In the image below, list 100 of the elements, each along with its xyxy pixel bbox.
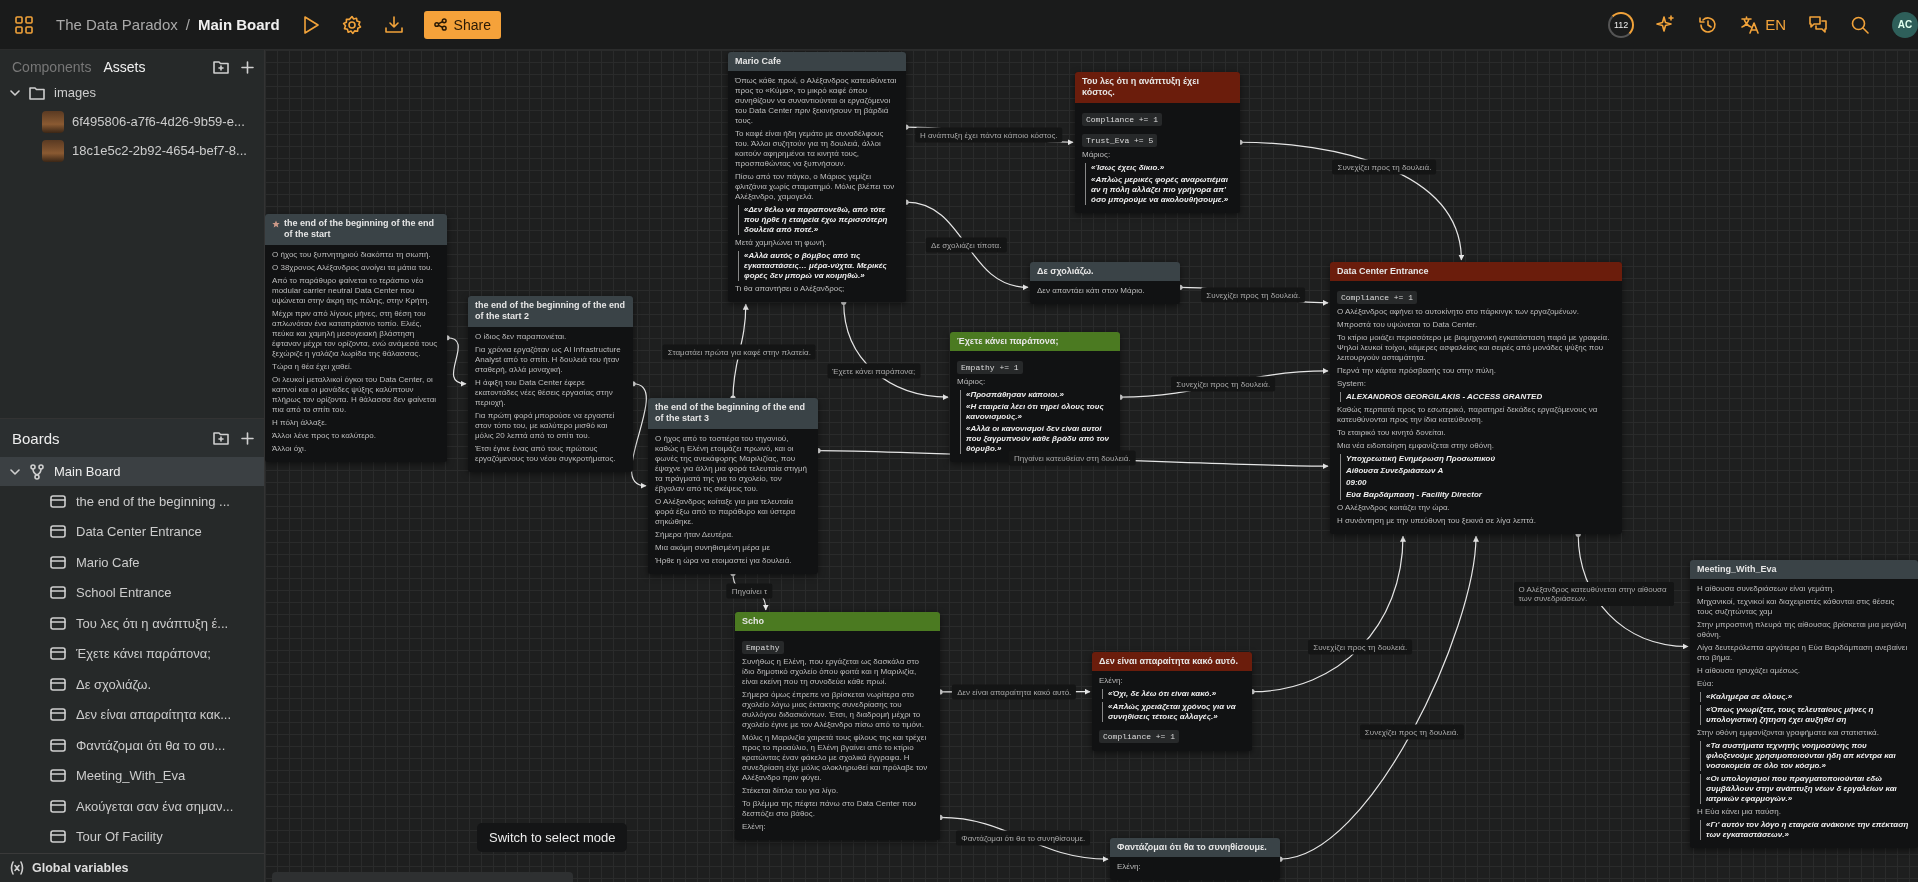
story-node[interactable] xyxy=(728,52,906,303)
chevron-down-icon[interactable] xyxy=(10,87,20,98)
edge-label: Δεν είναι απαραίτητα κακό αυτό. xyxy=(952,684,1077,700)
graph-icon xyxy=(29,463,45,480)
chevron-down-icon[interactable] xyxy=(10,466,20,477)
new-folder-icon[interactable] xyxy=(213,431,229,445)
language-button[interactable]: EN xyxy=(1740,14,1786,35)
node-text: Η πόλη άλλαξε. xyxy=(272,417,328,428)
card-icon xyxy=(50,677,66,691)
edge-label: Συνεχίζει προς τη δουλειά. xyxy=(1201,287,1306,303)
board-list-item[interactable]: the end of the beginning ... xyxy=(0,486,264,517)
node-text: Μια νέα ειδοποίηση εμφανίζεται στην οθόνη. xyxy=(1337,441,1495,452)
node-text: Όπως κάθε πρωί, ο Αλέξανδρος κατευθύνεται προς το «Κύμα», το μικρό καφέ όπου συνηθίζουν να συναντιούνται οι εργαζόμενοι του Data Center πριν ξεκινήσουν τη βάρδιά τους. xyxy=(735,76,898,127)
edge-label: Συνεχίζει προς τη δουλειά. xyxy=(1359,724,1464,740)
node-text: Μια ακόμη συνηθισμένη μέρα με xyxy=(655,542,772,553)
board-list-item[interactable]: Δε σχολιάζω. xyxy=(0,669,264,700)
story-node[interactable]: Του λες ότι η ανάπτυξη έχει κόστος. Compliance += 1 Trust_Eva += 5 Μάριος: «Ίσως έχεις δίκιο.» «Απλώς μερικές φορές αναρωτιέμαι αν η πόλη αλλάζει πιο γρήγορα απ' όσο μπορούμε να ακολουθήσουμε.» xyxy=(1075,72,1240,213)
new-folder-icon[interactable] xyxy=(213,60,229,74)
card-icon xyxy=(50,647,66,661)
board-list-item[interactable]: Meeting_With_Eva xyxy=(0,760,264,791)
quote-line: «Η εταιρεία λέει ότι τηρεί όλους τους κανονισμούς.» xyxy=(966,402,1105,423)
board-list-item[interactable]: Tour Of Facility xyxy=(0,821,264,852)
card-icon xyxy=(50,494,66,508)
node-text: Η Εύα κάνει μια παύση. xyxy=(1697,807,1782,818)
card-icon xyxy=(50,555,66,569)
asset-file-name[interactable]: 18c1e5c2-2b92-4654-bef7-8... xyxy=(72,143,247,158)
board-list-item[interactable]: School Entrance xyxy=(0,577,264,608)
node-text: Στέκεται δίπλα του για λίγο. xyxy=(742,786,840,797)
add-icon[interactable] xyxy=(241,60,254,74)
share-button[interactable]: Share xyxy=(423,10,501,39)
node-text: Μάριος: xyxy=(957,377,987,388)
node-text: Η αίθουσα συνεδριάσεων είναι γεμάτη. xyxy=(1697,584,1836,595)
card-icon xyxy=(50,525,66,539)
story-node[interactable] xyxy=(735,612,940,841)
edge-label: Φαντάζομαι ότι θα το συνηθίσουμε. xyxy=(956,830,1091,846)
node-text: Ο Αλέξανδρος κοιτάζει την ώρα. xyxy=(1337,503,1451,514)
node-title: Έχετε κάνει παράπονα; xyxy=(957,336,1059,348)
variable-icon[interactable] xyxy=(10,861,24,875)
story-node[interactable] xyxy=(265,214,447,462)
story-node[interactable] xyxy=(1690,560,1918,849)
board-list-item[interactable]: Φαντάζομαι ότι θα το συ... xyxy=(0,730,264,761)
node-text: Για πρώτη φορά μπορούσε να εργαστεί στον τόπο του, με καλύτερο μισθό και μόλις 20 λεπτά από το σπίτι του. xyxy=(475,410,616,441)
node-title: Φαντάζομαι ότι θα το συνηθίσουμε. xyxy=(1117,842,1267,854)
global-variables-link[interactable]: Global variables xyxy=(32,861,129,875)
node-text: Λίγα δευτερόλεπτα αργότερα η Εύα Βαρδάμπαση ανεβαίνει στο βήμα. xyxy=(1697,643,1909,664)
board-list-item[interactable]: Του λες ότι η ανάπτυξη έ... xyxy=(0,608,264,639)
add-icon[interactable] xyxy=(241,431,254,445)
quote-line: ALEXANDROS GEORGILAKIS - ACCESS GRANTED xyxy=(1346,392,1544,403)
chat-icon[interactable] xyxy=(1808,14,1828,35)
node-text: Από το παράθυρο φαίνεται το τεράστιο νέο modular carrier neutral Data Center που υψώνεται στην άκρη της πόλης, στην Κρήτη. xyxy=(272,275,431,306)
board-list-item[interactable]: Mario Cafe xyxy=(0,547,264,578)
edge-label: Συνεχίζει προς τη δουλειά. xyxy=(1171,376,1276,392)
node-text: Εύα: xyxy=(1697,679,1715,690)
node-text: Μπροστά του υψώνεται το Data Center. xyxy=(1337,320,1479,331)
story-node[interactable]: Δεν είναι απαραίτητα κακό αυτό. Ελένη: «Όχι, δε λέω ότι είναι κακό.» «Απλώς χρειάζεται χρόνος για να συνηθίσεις τέτοιες αλλαγές.» Compliance += 1 xyxy=(1092,652,1252,752)
project-name-link[interactable]: The Data Paradox xyxy=(56,16,178,33)
card-icon xyxy=(50,769,66,783)
image-thumbnail xyxy=(42,110,64,133)
quote-line: Αίθουσα Συνεδριάσεων Α xyxy=(1346,466,1445,477)
edge-label: Έχετε κάνει παράπονα; xyxy=(827,363,921,379)
quote-line: «Ίσως έχεις δίκιο.» xyxy=(1091,162,1166,173)
story-node[interactable] xyxy=(648,398,818,574)
credits-badge[interactable]: 112 xyxy=(1608,11,1635,38)
board-list-item[interactable]: Ακούγεται σαν ένα σημαν... xyxy=(0,791,264,822)
node-text: Μηχανικοί, τεχνικοί και διαχειριστές κάθονται στις θέσεις τους συζητώντας χαμ xyxy=(1697,597,1896,618)
history-icon[interactable] xyxy=(1698,14,1719,35)
node-title: Δε σχολιάζω. xyxy=(1037,266,1094,278)
sidebar-tab[interactable]: Assets xyxy=(103,59,146,75)
download-icon[interactable] xyxy=(383,14,404,35)
node-text: Συνήθως η Ελένη, που εργάζεται ως δασκάλα στο ίδιο δημοτικό σχολείο όπου φοιτά και η Μαριλιζία, είναι εκείνη που τη συνοδεύει κάθε πρωί. xyxy=(742,657,920,688)
board-list-item[interactable]: Data Center Entrance xyxy=(0,516,264,547)
board-list-item[interactable]: Έχετε κάνει παράπονα; xyxy=(0,638,264,669)
node-text: Ελένη: xyxy=(1117,862,1142,873)
story-node[interactable] xyxy=(1330,262,1622,535)
node-text: Μάριος: xyxy=(1082,149,1112,160)
variable-chip: Trust_Eva += 5 xyxy=(1082,133,1158,147)
edge-label: Πηγαίνει κατευθείαν στη δουλειά. xyxy=(1008,450,1136,466)
node-text: Στην οθόνη εμφανίζονται γραφήματα και στατιστικά. xyxy=(1697,728,1880,739)
variable-chip: Compliance += 1 xyxy=(1082,112,1162,126)
node-text: Τι θα απαντήσει ο Αλέξανδρος; xyxy=(735,284,846,295)
settings-icon[interactable] xyxy=(341,14,362,35)
node-text: Η συνάντηση με την υπεύθυνη του ξεκινά σε λίγα λεπτά. xyxy=(1337,516,1537,527)
board-tree-item[interactable]: Main Board xyxy=(0,457,264,486)
apps-grid-icon[interactable] xyxy=(14,14,34,35)
quote-line: «Προσπάθησαν κάποιοι.» xyxy=(966,390,1065,401)
play-icon[interactable] xyxy=(301,14,320,35)
node-text: Σήμερα ήταν Δευτέρα. xyxy=(655,529,735,540)
search-icon[interactable] xyxy=(1850,14,1870,35)
story-node[interactable]: Φαντάζομαι ότι θα το συνηθίσουμε. Ελένη: xyxy=(1110,838,1280,881)
asset-file-name[interactable]: 6f495806-a7f6-4d26-9b59-e... xyxy=(72,114,245,129)
user-avatar[interactable]: AC xyxy=(1892,11,1918,38)
board-name: Main Board xyxy=(197,16,280,33)
node-text: Για χρόνια εργαζόταν ως AI Infrastructure Analyst από το σπίτι. Η δουλειά του ήταν σταθερή, αλλά μοναχική. xyxy=(475,344,622,375)
sparkle-icon[interactable] xyxy=(1656,14,1677,35)
story-node[interactable] xyxy=(468,296,633,472)
share-icon xyxy=(433,18,447,31)
folder-name[interactable]: images xyxy=(54,85,96,100)
breadcrumb-separator: / xyxy=(185,16,190,33)
story-node[interactable]: Δε σχολιάζω. Δεν απαντάει κάτι στον Μάριο. xyxy=(1030,262,1180,305)
board-list-item[interactable]: Δεν είναι απαραίτητα κακ... xyxy=(0,699,264,730)
